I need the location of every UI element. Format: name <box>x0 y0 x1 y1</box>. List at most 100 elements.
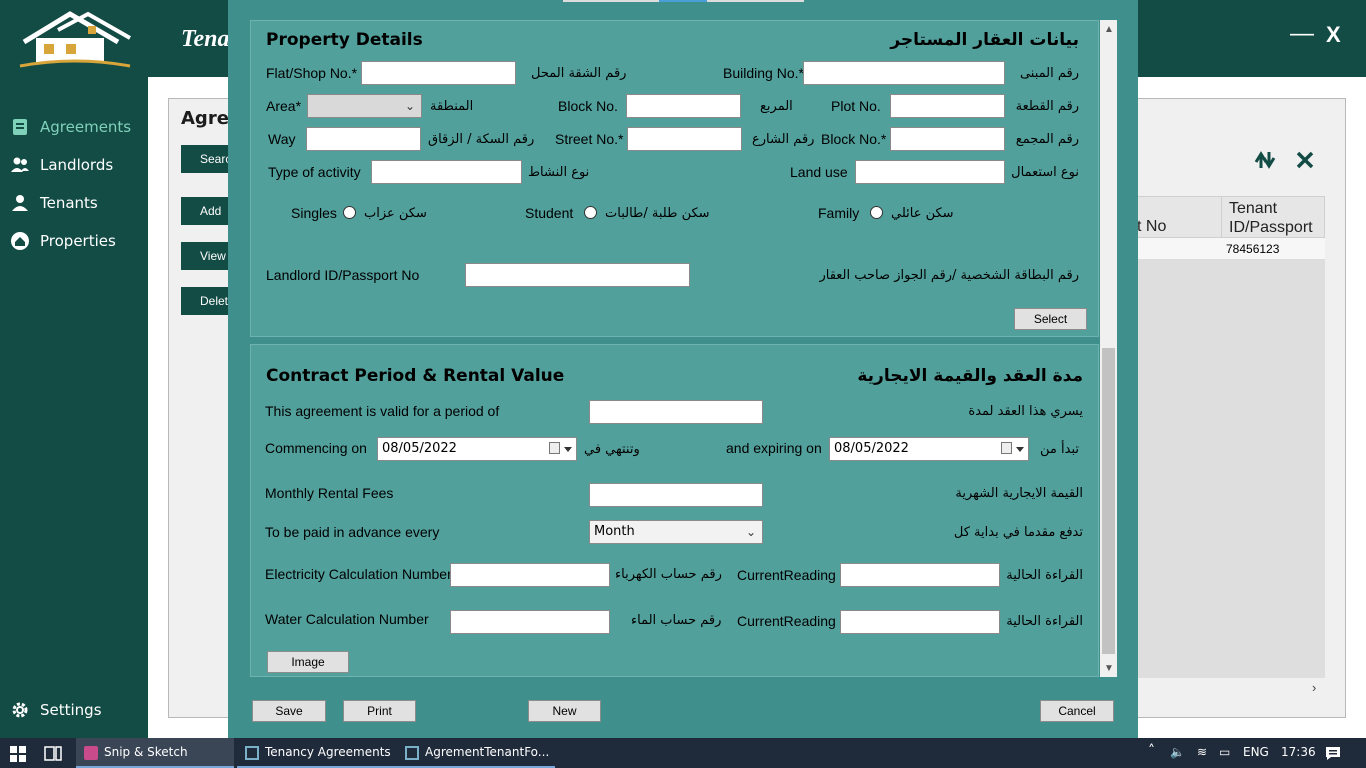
block-input[interactable] <box>626 94 741 118</box>
sidebar-item-settings[interactable]: Settings <box>10 700 102 720</box>
sidebar-item-properties[interactable]: Properties <box>10 231 116 251</box>
sidebar-item-tenants[interactable]: Tenants <box>10 193 98 213</box>
flat-label: Flat/Shop No.* <box>266 65 358 81</box>
calendar-icon <box>1001 442 1012 454</box>
plot-label-ar: رقم القطعة <box>1015 99 1079 114</box>
activity-input[interactable] <box>371 160 522 184</box>
section-title-ar: مدة العقد والقيمة الايجارية <box>857 366 1083 386</box>
image-button[interactable]: Image <box>267 651 349 673</box>
new-button[interactable]: New <box>528 700 601 722</box>
commencing-date-value: 08/05/2022 <box>382 441 457 456</box>
expiring-date-picker[interactable]: 08/05/2022 <box>829 437 1029 461</box>
wifi-icon[interactable]: ≋ <box>1197 745 1207 759</box>
advance-label: To be paid in advance every <box>265 524 440 540</box>
sidebar-item-label: Agreements <box>40 118 132 136</box>
student-radio[interactable] <box>584 206 597 219</box>
volume-icon[interactable]: 🔈 <box>1170 745 1185 759</box>
app-window-icon <box>245 746 259 760</box>
plot-input[interactable] <box>890 94 1005 118</box>
area-label: Area* <box>266 98 302 114</box>
landlord-id-label-ar: رقم البطاقة الشخصية /رقم الجواز صاحب الع… <box>819 268 1079 283</box>
minimize-button[interactable]: — <box>1290 20 1314 48</box>
refresh-icon[interactable] <box>1252 148 1278 172</box>
water-reading-label-ar: القراءة الحالية <box>1006 614 1083 629</box>
commencing-date-picker[interactable]: 08/05/2022 <box>377 437 577 461</box>
save-button[interactable]: Save <box>252 700 326 722</box>
street-label: Street No.* <box>555 131 624 147</box>
taskbar-item-label: Snip & Sketch <box>104 745 188 759</box>
keyboard-icon[interactable]: ▭ <box>1219 745 1230 759</box>
rental-input[interactable] <box>589 483 763 507</box>
column-header[interactable]: t No <box>1137 218 1166 236</box>
elec-reading-input[interactable] <box>840 563 1000 587</box>
close-icon[interactable] <box>1295 150 1315 170</box>
sidebar-item-landlords[interactable]: Landlords <box>10 155 113 175</box>
table-row[interactable]: 78456123 <box>1118 238 1325 260</box>
notifications-icon[interactable] <box>1325 746 1341 761</box>
landlord-id-input[interactable] <box>465 263 690 287</box>
family-radio[interactable] <box>870 206 883 219</box>
taskbar-item-tenancy[interactable]: Tenancy Agreements <box>237 738 397 768</box>
sidebar-item-agreements[interactable]: Agreements <box>10 117 131 137</box>
electricity-label: Electricity Calculation Number <box>265 566 452 582</box>
chevron-down-icon: ⌄ <box>404 99 415 113</box>
sidebar-item-label: Tenants <box>40 194 98 212</box>
student-label: Student <box>525 205 574 221</box>
building-input[interactable] <box>803 61 1005 85</box>
task-view-icon[interactable] <box>44 746 62 761</box>
singles-radio[interactable] <box>343 206 356 219</box>
block2-label-ar: رقم المجمع <box>1015 132 1079 147</box>
table-cell: 78456123 <box>1226 242 1280 256</box>
chevron-up-icon[interactable]: ˄ <box>1148 743 1155 759</box>
house-logo-icon <box>19 11 131 68</box>
taskbar-item-snip[interactable]: Snip & Sketch <box>76 738 234 768</box>
way-label: Way <box>268 131 296 147</box>
chevron-up-icon[interactable]: ▲ <box>1104 24 1114 35</box>
clock[interactable]: 17:36 <box>1281 745 1316 759</box>
language-indicator[interactable]: ENG <box>1243 745 1269 759</box>
scrollbar-thumb[interactable] <box>1102 348 1115 654</box>
way-input[interactable] <box>306 127 421 151</box>
advance-select[interactable]: Month ⌄ <box>589 520 763 544</box>
way-label-ar: رقم السكة / الزقاق <box>428 132 535 147</box>
water-input[interactable] <box>450 610 610 634</box>
electricity-input[interactable] <box>450 563 610 587</box>
street-input[interactable] <box>627 127 742 151</box>
flat-input[interactable] <box>361 61 516 85</box>
cancel-button[interactable]: Cancel <box>1040 700 1114 722</box>
sidebar-item-label: Landlords <box>40 156 114 174</box>
block2-input[interactable] <box>890 127 1005 151</box>
plot-label: Plot No. <box>831 98 881 114</box>
commencing-label-ar: وتنتهي في <box>584 442 640 457</box>
rental-label: Monthly Rental Fees <box>265 485 394 501</box>
electricity-label-ar: رقم حساب الكهرباء <box>615 567 722 582</box>
expiring-date-value: 08/05/2022 <box>834 441 909 456</box>
landuse-label-ar: نوع استعمال <box>1011 165 1079 180</box>
print-button[interactable]: Print <box>343 700 416 722</box>
sidebar: Agreements Landlords Tenants Properties … <box>0 77 148 738</box>
table-header: t No Tenant ID/Passport N <box>1118 196 1325 255</box>
landuse-label: Land use <box>790 164 848 180</box>
period-input[interactable] <box>589 400 763 424</box>
windows-start-icon[interactable] <box>10 746 26 762</box>
building-label-ar: رقم المبنى <box>1019 66 1079 81</box>
chevron-right-icon[interactable]: › <box>1312 680 1316 695</box>
area-select[interactable]: ⌄ <box>307 94 422 118</box>
contract-section: Contract Period & Rental Value مدة العقد… <box>250 344 1099 677</box>
calendar-icon <box>549 442 560 454</box>
taskbar-item-form[interactable]: AgrementTenantFo... <box>397 738 555 768</box>
period-label-ar: يسري هذا العقد لمدة <box>968 404 1083 419</box>
water-reading-input[interactable] <box>840 610 1000 634</box>
app-window-icon <box>405 746 419 760</box>
gear-icon <box>12 702 28 718</box>
agreement-icon <box>13 119 27 135</box>
rental-label-ar: القيمة الايجارية الشهرية <box>955 486 1083 501</box>
landuse-input[interactable] <box>855 160 1005 184</box>
water-label-ar: رقم حساب الماء <box>631 613 722 628</box>
advance-label-ar: تدفع مقدما في بداية كل <box>953 525 1083 540</box>
select-button[interactable]: Select <box>1014 308 1087 330</box>
chevron-down-icon: ⌄ <box>745 525 756 539</box>
block-label: Block No. <box>558 98 618 114</box>
chevron-down-icon[interactable]: ▼ <box>1104 663 1114 674</box>
close-app-button[interactable]: X <box>1326 22 1341 48</box>
